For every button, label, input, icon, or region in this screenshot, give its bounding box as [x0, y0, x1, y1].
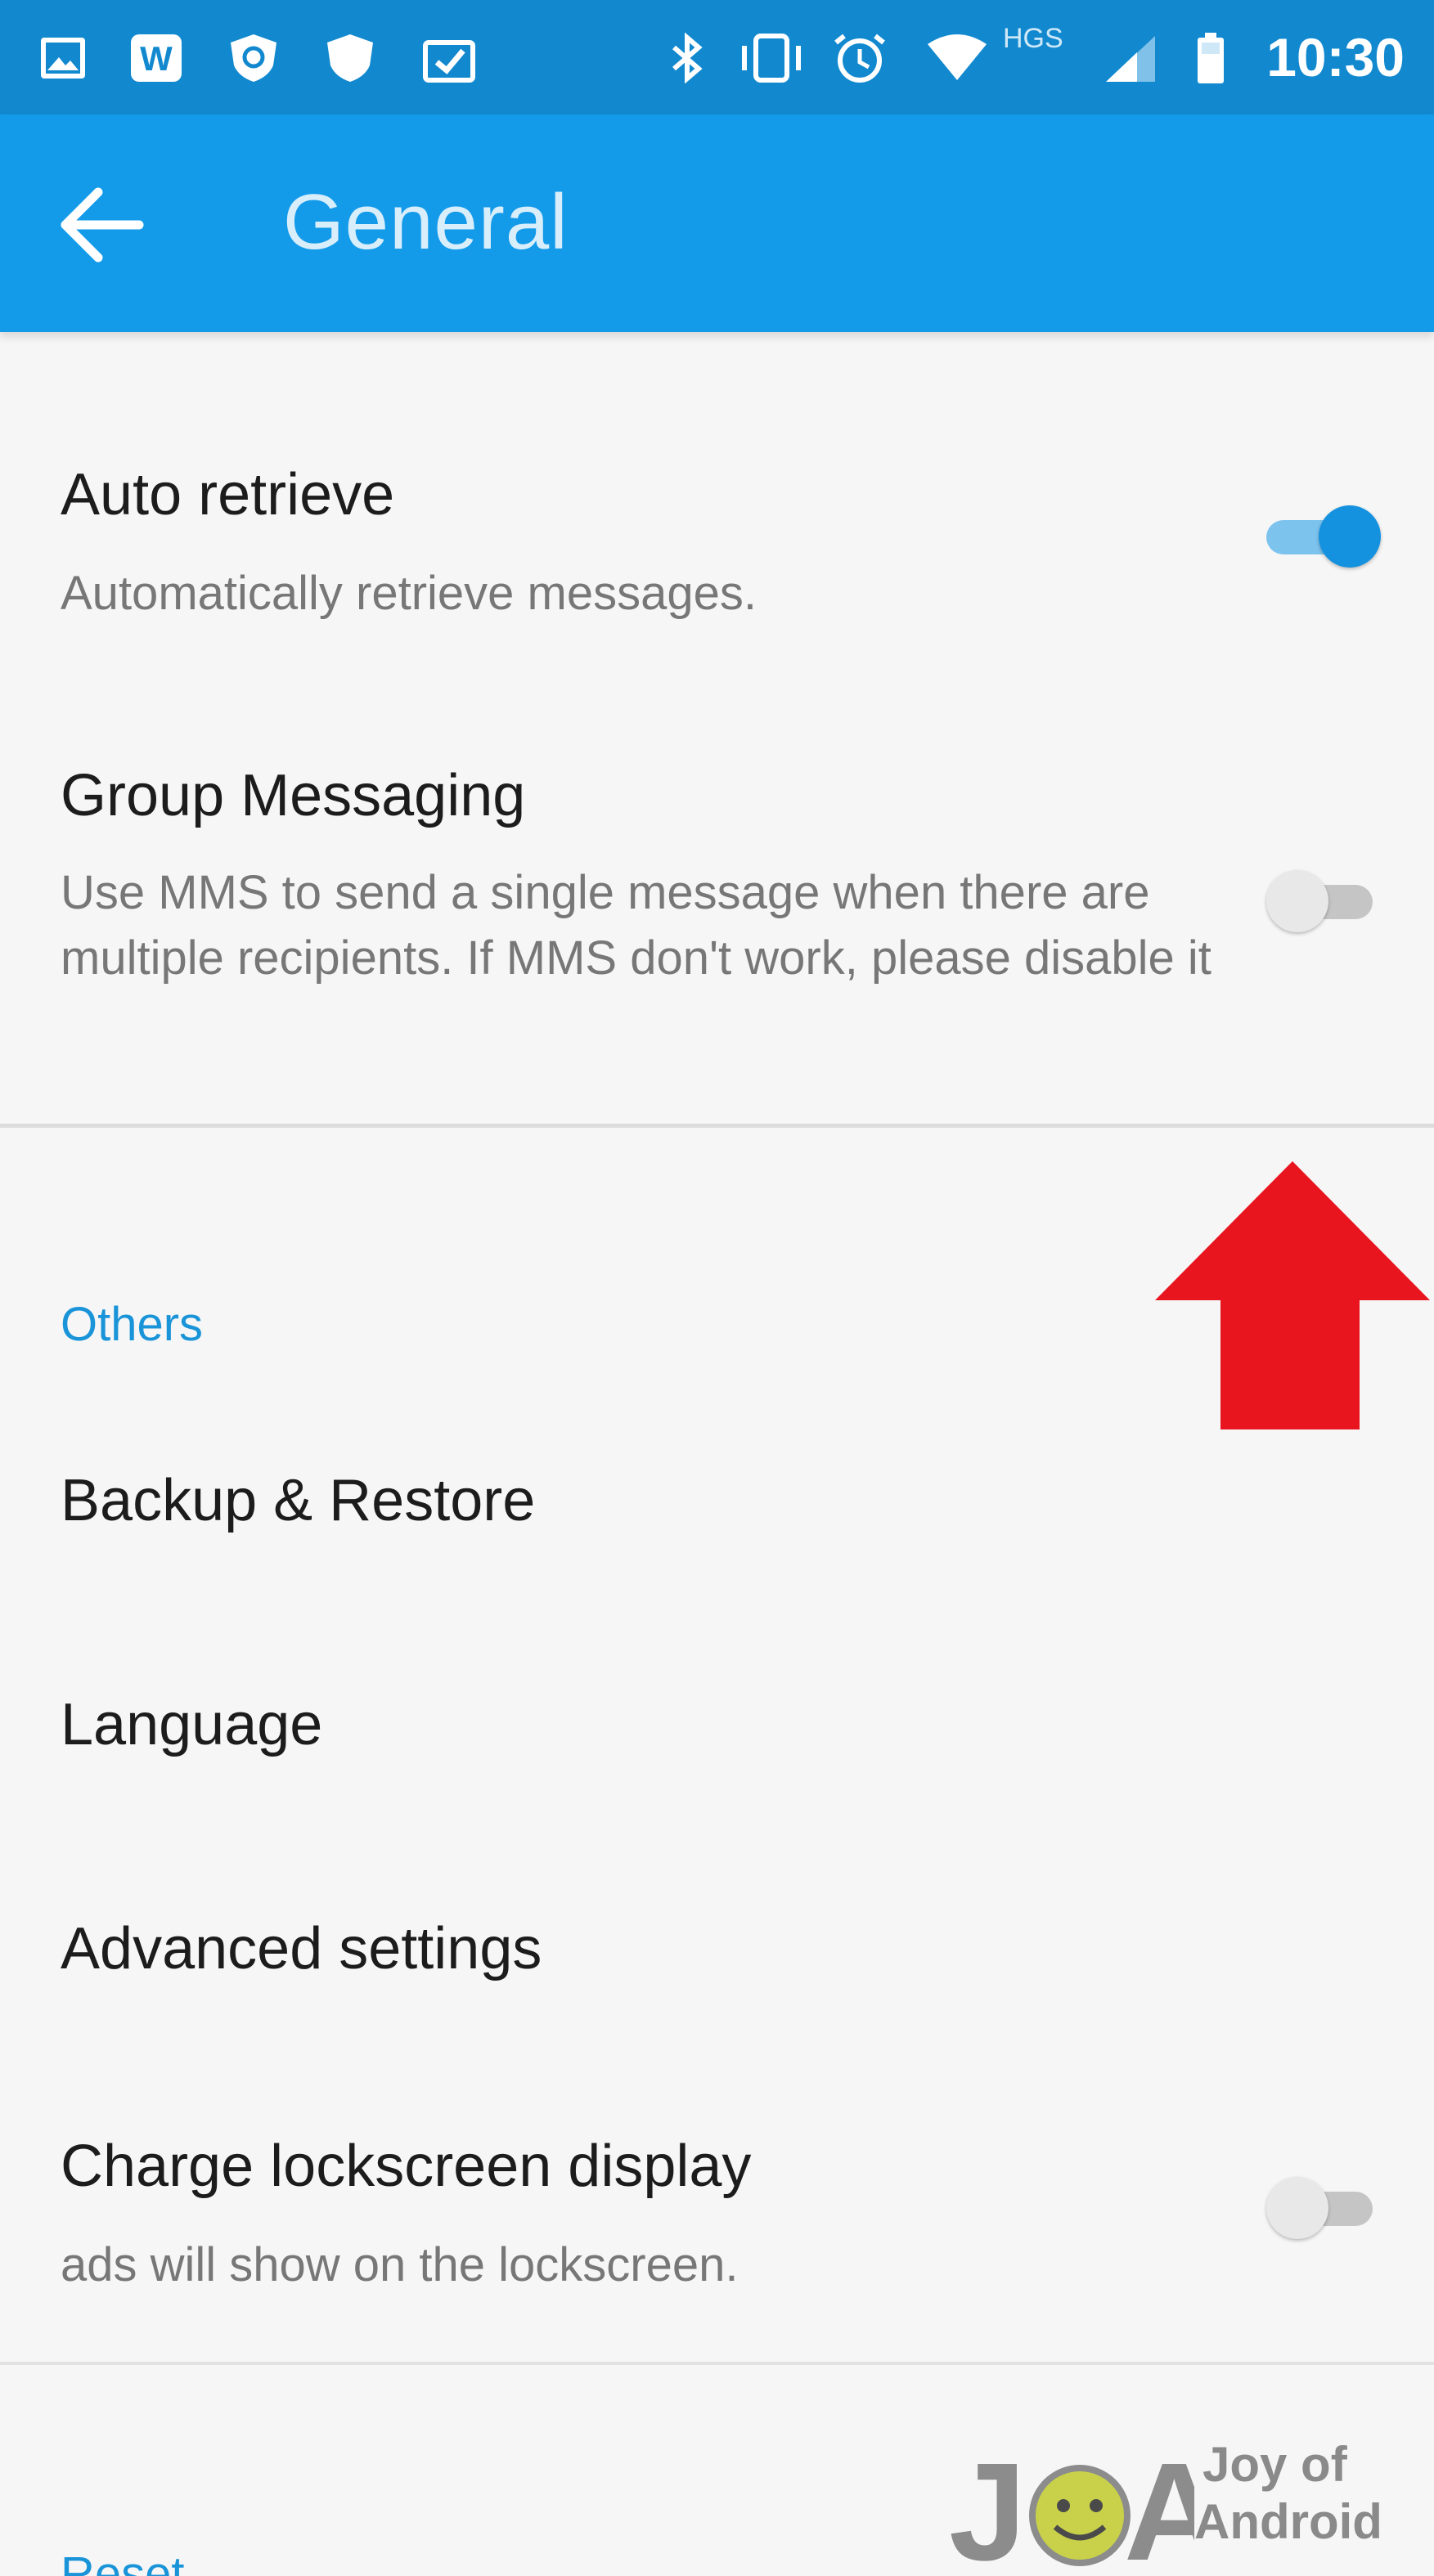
alarm-icon	[834, 34, 885, 83]
wifi-icon	[928, 34, 987, 80]
battery-icon	[1198, 33, 1224, 83]
reset-section-header: Reset	[61, 2547, 185, 2576]
section-divider	[0, 1124, 1434, 1128]
app-toolbar: General	[0, 114, 1434, 332]
status-time: 10:30	[1266, 27, 1405, 88]
bluetooth-icon	[672, 33, 703, 83]
advanced-settings-item[interactable]: Advanced settings	[61, 1912, 542, 1986]
joy-of-android-logo-icon: J A	[949, 2437, 1194, 2576]
toggle-thumb	[1266, 2177, 1328, 2239]
word-app-icon: W	[131, 34, 182, 82]
auto-retrieve-toggle[interactable]	[1266, 499, 1381, 572]
shield-icon	[327, 34, 373, 82]
section-divider	[0, 2362, 1434, 2365]
toggle-thumb	[1319, 505, 1381, 568]
network-type-label: HGS	[1003, 23, 1063, 54]
toggle-thumb	[1266, 870, 1328, 932]
svg-text:J: J	[949, 2437, 1027, 2576]
charge-lockscreen-title: Charge lockscreen display	[61, 2134, 752, 2199]
group-messaging-title: Group Messaging	[61, 763, 526, 828]
status-bar: W HGS 10:30	[0, 0, 1434, 114]
vpn-shield-icon	[231, 34, 276, 82]
page-title: General	[283, 178, 569, 266]
language-item[interactable]: Language	[61, 1688, 322, 1761]
svg-text:A: A	[1124, 2437, 1194, 2576]
svg-text:W: W	[140, 39, 173, 78]
charge-lockscreen-subtitle: ads will show on the lockscreen.	[61, 2238, 739, 2291]
charge-lockscreen-toggle[interactable]	[1266, 2170, 1381, 2244]
settings-screen: W HGS 10:30 General Auto retrieve Automa…	[0, 0, 1434, 2576]
auto-retrieve-title: Auto retrieve	[61, 462, 395, 527]
clipboard-check-icon	[423, 40, 475, 83]
red-up-arrow-icon	[1155, 1161, 1430, 1429]
auto-retrieve-subtitle: Automatically retrieve messages.	[61, 567, 757, 620]
group-messaging-toggle[interactable]	[1266, 864, 1381, 937]
signal-icon	[1106, 36, 1155, 82]
gallery-icon	[41, 38, 85, 79]
others-section-header: Others	[61, 1298, 204, 1351]
watermark-line-1: Joy of	[1202, 2437, 1347, 2492]
vibrate-icon	[742, 34, 801, 83]
arrow-left-icon[interactable]	[57, 184, 147, 266]
watermark-line-2: Android	[1194, 2494, 1382, 2549]
group-messaging-subtitle: Use MMS to send a single message when th…	[61, 866, 1211, 985]
backup-restore-item[interactable]: Backup & Restore	[61, 1464, 535, 1537]
watermark-logo: J A Joy of Android	[949, 2421, 1415, 2576]
